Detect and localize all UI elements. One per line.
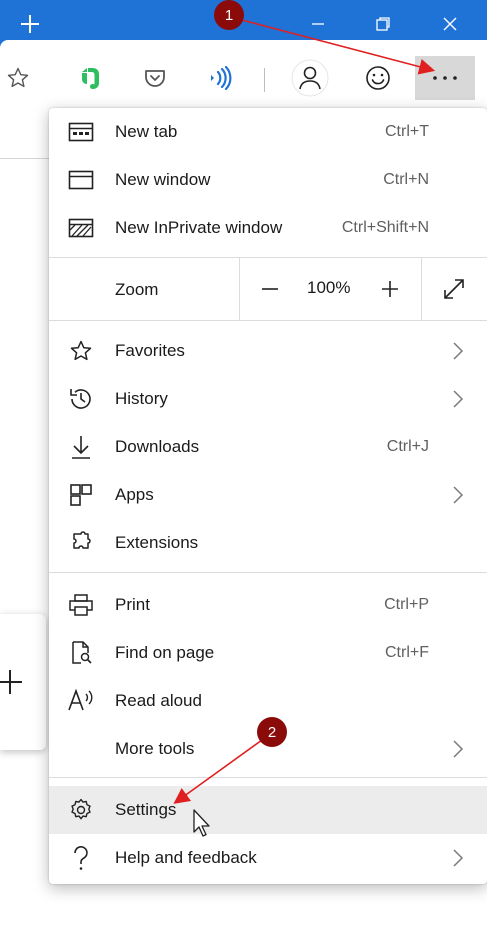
annotation-arrow-1 <box>241 19 436 75</box>
annotation-badge-1: 1 <box>214 0 244 30</box>
annotation-arrows <box>173 19 436 804</box>
annotation-badge-2: 2 <box>257 717 287 747</box>
annotation-arrow-2 <box>173 739 263 804</box>
